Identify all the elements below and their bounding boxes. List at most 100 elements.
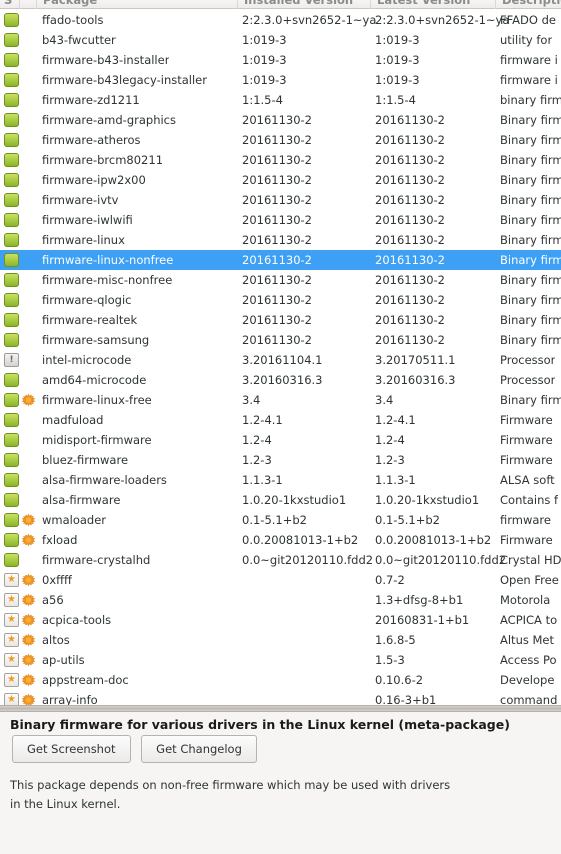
- status-installed-icon[interactable]: [4, 193, 19, 207]
- status-installed-icon[interactable]: [4, 273, 19, 287]
- status-installed-icon[interactable]: [4, 473, 19, 487]
- status-installed-icon[interactable]: [4, 293, 19, 307]
- table-row[interactable]: firmware-atheros 20161130-2 20161130-2 Bina…: [0, 130, 561, 150]
- table-row[interactable]: midisport-firmware 1.2-4 1.2-4 Firmware: [0, 430, 561, 450]
- table-row[interactable]: firmware-misc-nonfree 20161130-2 20161130-…: [0, 270, 561, 290]
- table-row[interactable]: ffado-tools 2:2.3.0+svn2652-1~ya 2:2.3.0+s…: [0, 10, 561, 30]
- table-row[interactable]: ★ a56 1.3+dfsg-8+b1 Motorola: [0, 590, 561, 610]
- table-row[interactable]: firmware-iwlwifi 20161130-2 20161130-2 Bina…: [0, 210, 561, 230]
- status-installed-icon[interactable]: [4, 33, 19, 47]
- column-header-installed-version[interactable]: Installed Version: [238, 0, 371, 9]
- status-upgradable-icon[interactable]: !: [4, 353, 19, 367]
- cell-latest-version: 1.1.3-1: [375, 473, 416, 487]
- table-row[interactable]: firmware-linux-free 3.4 3.4 Binary firm: [0, 390, 561, 410]
- table-row[interactable]: firmware-crystalhd 0.0~git20120110.fdd2 0.…: [0, 550, 561, 570]
- table-row[interactable]: firmware-b43legacy-installer 1:019-3 1:019…: [0, 70, 561, 90]
- get-screenshot-button[interactable]: Get Screenshot: [12, 735, 131, 763]
- table-row[interactable]: fxload 0.0.20081013-1+b2 0.0.20081013-1+b2…: [0, 530, 561, 550]
- column-header-latest-version[interactable]: Latest Version: [371, 0, 496, 9]
- status-installed-icon[interactable]: [4, 533, 19, 547]
- table-row[interactable]: amd64-microcode 3.20160316.3 3.20160316.3 P…: [0, 370, 561, 390]
- table-row[interactable]: firmware-samsung 20161130-2 20161130-2 Bina…: [0, 330, 561, 350]
- cell-package-name: firmware-misc-nonfree: [42, 273, 173, 287]
- cell-package-name: firmware-realtek: [42, 313, 138, 327]
- status-installed-icon[interactable]: [4, 53, 19, 67]
- status-installed-icon[interactable]: [4, 253, 19, 267]
- cell-package-name: firmware-atheros: [42, 133, 141, 147]
- cell-package-name: b43-fwcutter: [42, 33, 116, 47]
- table-row[interactable]: ! intel-microcode 3.20161104.1 3.20170511.1…: [0, 350, 561, 370]
- cell-installed-version: 3.20161104.1: [242, 353, 323, 367]
- table-row[interactable]: firmware-zd1211 1:1.5-4 1:1.5-4 binary firm: [0, 90, 561, 110]
- table-row[interactable]: alsa-firmware 1.0.20-1kxstudio1 1.0.20-1kx…: [0, 490, 561, 510]
- column-header-description[interactable]: Description: [496, 0, 561, 9]
- status-installed-icon[interactable]: [4, 373, 19, 387]
- cell-description: Binary firm: [500, 393, 561, 407]
- cell-latest-version: 20161130-2: [375, 333, 445, 347]
- status-installed-icon[interactable]: [4, 113, 19, 127]
- status-installed-icon[interactable]: [4, 213, 19, 227]
- status-installed-icon[interactable]: [4, 13, 19, 27]
- status-new-package-icon[interactable]: ★: [4, 593, 19, 607]
- cell-package-name: firmware-ivtv: [42, 193, 119, 207]
- cell-description: Firmware: [500, 413, 553, 427]
- status-installed-icon[interactable]: [4, 333, 19, 347]
- status-installed-icon[interactable]: [4, 433, 19, 447]
- table-row[interactable]: bluez-firmware 1.2-3 1.2-3 Firmware: [0, 450, 561, 470]
- pane-splitter[interactable]: [0, 705, 561, 712]
- table-row[interactable]: wmaloader 0.1-5.1+b2 0.1-5.1+b2 firmware: [0, 510, 561, 530]
- table-row[interactable]: firmware-linux-nonfree 20161130-2 20161130…: [0, 250, 561, 270]
- status-installed-icon[interactable]: [4, 233, 19, 247]
- table-row[interactable]: ★ acpica-tools 20160831-1+b1 ACPICA to: [0, 610, 561, 630]
- status-installed-icon[interactable]: [4, 553, 19, 567]
- cell-description: Motorola: [500, 593, 551, 607]
- cell-latest-version: 20161130-2: [375, 293, 445, 307]
- table-row[interactable]: ★ array-info 0.16-3+b1 command: [0, 690, 561, 705]
- table-row[interactable]: b43-fwcutter 1:019-3 1:019-3 utility for: [0, 30, 561, 50]
- column-header-supported[interactable]: [20, 0, 37, 9]
- table-row[interactable]: ★ appstream-doc 0.10.6-2 Develope: [0, 670, 561, 690]
- supported-package-icon: [22, 594, 35, 607]
- supported-package-icon: [22, 654, 35, 667]
- status-installed-icon[interactable]: [4, 133, 19, 147]
- status-new-package-icon[interactable]: ★: [4, 573, 19, 587]
- table-row[interactable]: ★ ap-utils 1.5-3 Access Po: [0, 650, 561, 670]
- table-row[interactable]: firmware-qlogic 20161130-2 20161130-2 Binar…: [0, 290, 561, 310]
- cell-installed-version: 1.2-4.1: [242, 413, 283, 427]
- table-row[interactable]: firmware-linux 20161130-2 20161130-2 Binary…: [0, 230, 561, 250]
- status-new-package-icon[interactable]: ★: [4, 633, 19, 647]
- status-installed-icon[interactable]: [4, 313, 19, 327]
- table-row[interactable]: madfuload 1.2-4.1 1.2-4.1 Firmware: [0, 410, 561, 430]
- table-row[interactable]: firmware-brcm80211 20161130-2 20161130-2 Bi…: [0, 150, 561, 170]
- status-installed-icon[interactable]: [4, 153, 19, 167]
- status-installed-icon[interactable]: [4, 173, 19, 187]
- status-new-package-icon[interactable]: ★: [4, 693, 19, 705]
- status-installed-icon[interactable]: [4, 393, 19, 407]
- table-row[interactable]: firmware-amd-graphics 20161130-2 20161130-…: [0, 110, 561, 130]
- cell-installed-version: 20161130-2: [242, 333, 312, 347]
- cell-package-name: firmware-crystalhd: [42, 553, 151, 567]
- package-list[interactable]: S Package Installed Version Latest Versi…: [0, 0, 561, 705]
- status-installed-icon[interactable]: [4, 73, 19, 87]
- table-row[interactable]: ★ 0xffff 0.7-2 Open Free: [0, 570, 561, 590]
- cell-installed-version: 20161130-2: [242, 193, 312, 207]
- status-installed-icon[interactable]: [4, 93, 19, 107]
- table-row[interactable]: alsa-firmware-loaders 1.1.3-1 1.1.3-1 ALSA …: [0, 470, 561, 490]
- supported-package-icon: [22, 674, 35, 687]
- cell-description: Processor: [500, 373, 556, 387]
- get-changelog-button[interactable]: Get Changelog: [141, 735, 257, 763]
- status-new-package-icon[interactable]: ★: [4, 653, 19, 667]
- status-new-package-icon[interactable]: ★: [4, 673, 19, 687]
- table-row[interactable]: firmware-b43-installer 1:019-3 1:019-3 firm…: [0, 50, 561, 70]
- table-row[interactable]: firmware-ipw2x00 20161130-2 20161130-2 Bina…: [0, 170, 561, 190]
- table-row[interactable]: ★ altos 1.6.8-5 Altus Met: [0, 630, 561, 650]
- table-row[interactable]: firmware-realtek 20161130-2 20161130-2 Bina…: [0, 310, 561, 330]
- status-installed-icon[interactable]: [4, 453, 19, 467]
- status-installed-icon[interactable]: [4, 513, 19, 527]
- status-new-package-icon[interactable]: ★: [4, 613, 19, 627]
- status-installed-icon[interactable]: [4, 493, 19, 507]
- column-header-package[interactable]: Package: [37, 0, 238, 9]
- column-header-status[interactable]: S: [0, 0, 20, 9]
- status-installed-icon[interactable]: [4, 413, 19, 427]
- table-row[interactable]: firmware-ivtv 20161130-2 20161130-2 Binary …: [0, 190, 561, 210]
